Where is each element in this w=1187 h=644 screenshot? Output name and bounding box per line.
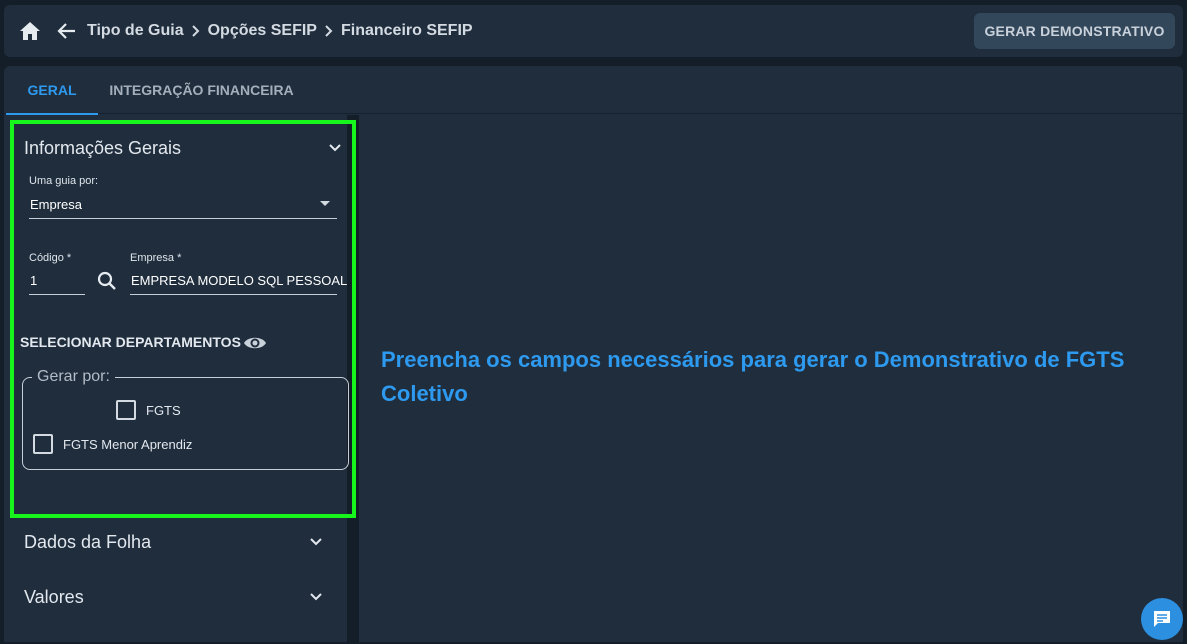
guia-por-select[interactable]: Empresa bbox=[30, 197, 82, 212]
informacoes-gerais-title: Informações Gerais bbox=[24, 137, 182, 158]
fgts-checkbox[interactable] bbox=[116, 400, 136, 420]
search-icon[interactable] bbox=[96, 270, 118, 292]
top-bar: Tipo de Guia Opções SEFIP Financeiro SEF… bbox=[4, 5, 1183, 57]
gerar-demonstrativo-button[interactable]: GERAR DEMONSTRATIVO bbox=[974, 13, 1175, 49]
informacoes-gerais-header[interactable]: Informações Gerais bbox=[14, 128, 357, 168]
preview-panel: Preencha os campos necessários para gera… bbox=[370, 115, 1183, 642]
empresa-label: Empresa * bbox=[130, 252, 182, 264]
eye-icon[interactable] bbox=[243, 331, 267, 355]
fgts-menor-aprendiz-label: FGTS Menor Aprendiz bbox=[63, 437, 193, 452]
empresa-input[interactable]: EMPRESA MODELO SQL PESSOAL bbox=[131, 273, 347, 288]
tab-bar: GERAL INTEGRAÇÃO FINANCEIRA bbox=[4, 66, 1183, 115]
guia-por-underline bbox=[29, 218, 337, 219]
dados-da-folha-header[interactable]: Dados da Folha bbox=[4, 522, 347, 562]
selecionar-departamentos-label: SELECIONAR DEPARTAMENTOS bbox=[20, 334, 241, 350]
chevron-right-icon bbox=[325, 25, 333, 37]
chat-icon bbox=[1154, 611, 1170, 627]
valores-title: Valores bbox=[24, 586, 84, 607]
informacoes-gerais-section: Informações Gerais Uma guia por: Empresa… bbox=[10, 120, 356, 518]
chevron-down-icon bbox=[310, 593, 322, 601]
arrow-left-icon[interactable] bbox=[56, 20, 78, 42]
main-card: GERAL INTEGRAÇÃO FINANCEIRA Informações … bbox=[4, 66, 1183, 642]
chevron-right-icon bbox=[191, 25, 200, 37]
codigo-label: Código * bbox=[29, 252, 72, 264]
empresa-underline bbox=[130, 294, 337, 295]
dropdown-arrow-icon[interactable] bbox=[320, 201, 330, 206]
form-panel: Informações Gerais Uma guia por: Empresa… bbox=[4, 115, 359, 642]
tab-geral[interactable]: GERAL bbox=[6, 66, 98, 115]
fgts-menor-aprendiz-checkbox[interactable] bbox=[33, 434, 53, 454]
guia-por-label: Uma guia por: bbox=[29, 175, 99, 187]
breadcrumb: Tipo de Guia Opções SEFIP Financeiro SEF… bbox=[87, 5, 473, 57]
chat-button[interactable] bbox=[1141, 598, 1183, 640]
home-icon[interactable] bbox=[18, 20, 42, 42]
breadcrumb-financeiro-sefip: Financeiro SEFIP bbox=[340, 22, 473, 39]
tab-integracao-financeira[interactable]: INTEGRAÇÃO FINANCEIRA bbox=[104, 66, 299, 114]
breadcrumb-opcoes-sefip[interactable]: Opções SEFIP bbox=[208, 22, 317, 40]
gerar-por-legend: Gerar por: bbox=[32, 368, 115, 386]
codigo-underline bbox=[29, 294, 85, 295]
valores-header[interactable]: Valores bbox=[4, 577, 347, 617]
codigo-input[interactable]: 1 bbox=[30, 273, 37, 288]
gerar-por-group: Gerar por: FGTS FGTS Menor Aprendiz bbox=[22, 368, 349, 470]
chevron-down-icon bbox=[310, 538, 322, 546]
dados-da-folha-title: Dados da Folha bbox=[24, 531, 152, 552]
fgts-label: FGTS bbox=[146, 403, 181, 418]
chevron-down-icon bbox=[329, 144, 341, 152]
instruction-message: Preencha os campos necessários para gera… bbox=[381, 347, 1125, 406]
breadcrumb-tipo-de-guia[interactable]: Tipo de Guia bbox=[87, 22, 184, 40]
